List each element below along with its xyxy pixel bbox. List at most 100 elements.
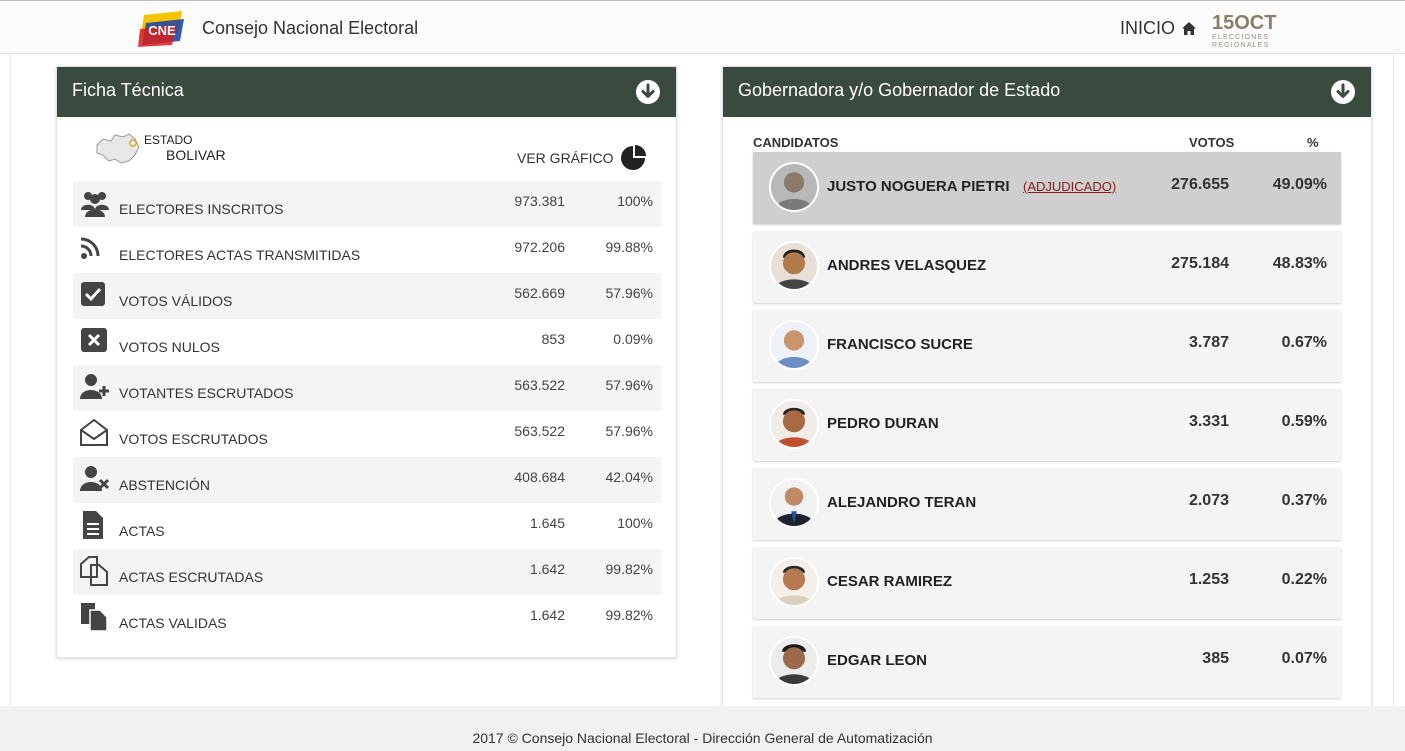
svg-text:CNE: CNE <box>148 23 176 38</box>
panel-title: Ficha Técnica <box>72 80 184 100</box>
candidate-row[interactable]: FRANCISCO SUCRE 3.787 0.67% <box>753 310 1341 382</box>
pie-chart-icon <box>621 145 647 170</box>
election-badge: 15OCT ELECCIONES REGIONALES <box>1212 12 1276 49</box>
stat-percent: 100% <box>617 515 653 531</box>
adjudicated-tag[interactable]: (ADJUDICADO) <box>1023 179 1116 194</box>
stat-label: VOTOS NULOS <box>119 339 220 355</box>
candidate-name: CESAR RAMIREZ <box>827 573 953 590</box>
technical-sheet-header: Ficha Técnica <box>57 67 676 117</box>
stat-label: ELECTORES INSCRITOS <box>119 201 284 217</box>
stat-row: ACTAS VALIDAS 1.642 99.82% <box>73 595 661 641</box>
rss-icon <box>80 237 100 259</box>
candidate-row[interactable]: PEDRO DURAN 3.331 0.59% <box>753 389 1341 461</box>
candidate-percent: 48.83% <box>1272 255 1327 272</box>
column-header-candidates: CANDIDATOS <box>753 135 839 150</box>
site-title: Consejo Nacional Electoral <box>202 18 419 38</box>
candidate-photo <box>769 399 819 449</box>
column-header-percent: % <box>1307 135 1319 150</box>
stat-percent: 99.82% <box>605 607 653 623</box>
candidate-percent: 0.59% <box>1281 413 1327 430</box>
stat-value: 563.522 <box>514 423 565 439</box>
stat-row: ACTAS ESCRUTADAS 1.642 99.82% <box>73 549 661 595</box>
candidate-votes: 385 <box>1202 650 1229 667</box>
candidate-percent: 49.09% <box>1272 176 1327 193</box>
stat-label: ACTAS VALIDAS <box>119 615 227 631</box>
candidate-photo <box>769 241 819 291</box>
home-link[interactable]: INICIO <box>1120 18 1197 39</box>
stats-list: ELECTORES INSCRITOS 973.381 100% ELECTOR… <box>73 181 661 641</box>
stat-percent: 57.96% <box>605 285 653 301</box>
governor-results-panel: Gobernadora y/o Gobernador de Estado CAN… <box>722 66 1372 711</box>
download-icon[interactable] <box>635 79 661 105</box>
stat-label: VOTOS VÁLIDOS <box>119 293 233 309</box>
candidate-photo <box>769 636 819 686</box>
candidate-name: ANDRES VELASQUEZ <box>827 257 987 274</box>
stat-label: ELECTORES ACTAS TRANSMITIDAS <box>119 247 361 263</box>
stat-label: VOTOS ESCRUTADOS <box>119 431 268 447</box>
candidate-percent: 0.07% <box>1281 650 1327 667</box>
candidate-row[interactable]: EDGAR LEON 385 0.07% <box>753 626 1341 698</box>
column-header-votes: VOTOS <box>1189 135 1235 150</box>
technical-sheet-panel: Ficha Técnica ESTADO BOLIVAR VER GRÁFICO… <box>56 66 677 658</box>
candidate-name: FRANCISCO SUCRE <box>827 336 973 353</box>
stat-percent: 57.96% <box>605 377 653 393</box>
users-icon <box>81 192 109 217</box>
cne-logo[interactable]: CNE <box>136 9 188 49</box>
svg-text:REGIONALES: REGIONALES <box>1212 42 1270 49</box>
candidate-name: JUSTO NOGUERA PIETRI <box>827 178 1010 195</box>
candidate-row[interactable]: ALEJANDRO TERAN 2.073 0.37% <box>753 468 1341 540</box>
home-icon <box>1182 22 1197 35</box>
stat-value: 1.642 <box>529 561 565 577</box>
stat-row: ELECTORES INSCRITOS 973.381 100% <box>73 181 661 227</box>
candidate-photo <box>769 478 819 528</box>
stat-value: 563.522 <box>514 377 565 393</box>
candidate-name: EDGAR LEON <box>827 652 928 669</box>
stat-value: 973.381 <box>514 193 565 209</box>
stat-label: ABSTENCIÓN <box>119 477 211 493</box>
candidate-votes: 3.331 <box>1188 413 1229 430</box>
candidate-row[interactable]: CESAR RAMIREZ 1.253 0.22% <box>753 547 1341 619</box>
stat-value: 408.684 <box>514 469 565 485</box>
stat-row: VOTANTES ESCRUTADOS 563.522 57.96% <box>73 365 661 411</box>
candidate-row[interactable]: JUSTO NOGUERA PIETRI (ADJUDICADO) 276.65… <box>753 152 1341 224</box>
panel-title: Gobernadora y/o Gobernador de Estado <box>738 80 1061 100</box>
footer-text: 2017 © Consejo Nacional Electoral - Dire… <box>472 730 933 746</box>
stat-percent: 57.96% <box>605 423 653 439</box>
check-square-icon <box>81 282 105 306</box>
candidate-name: ALEJANDRO TERAN <box>827 494 977 511</box>
x-square-icon <box>81 328 107 352</box>
view-chart-label: VER GRÁFICO <box>517 150 614 166</box>
stat-row: ELECTORES ACTAS TRANSMITIDAS 972.206 99.… <box>73 227 661 273</box>
candidate-votes: 2.073 <box>1188 492 1229 509</box>
top-bar: CNE Consejo Nacional Electoral INICIO 15… <box>0 0 1405 54</box>
stat-label: ACTAS <box>119 523 165 539</box>
stat-value: 853 <box>541 331 565 347</box>
stat-percent: 100% <box>617 193 653 209</box>
candidate-votes: 276.655 <box>1171 176 1229 193</box>
stat-value: 1.645 <box>529 515 565 531</box>
user-plus-icon <box>80 374 109 399</box>
candidate-photo <box>769 320 819 370</box>
candidate-votes: 3.787 <box>1188 334 1229 351</box>
governor-results-header: Gobernadora y/o Gobernador de Estado <box>723 67 1371 117</box>
candidate-percent: 0.67% <box>1281 334 1327 351</box>
envelope-open-icon <box>80 418 108 446</box>
document-icon <box>83 511 103 539</box>
state-name: BOLIVAR <box>166 147 226 163</box>
stat-percent: 42.04% <box>605 469 653 485</box>
user-times-icon <box>80 466 110 491</box>
stat-percent: 99.82% <box>605 561 653 577</box>
view-chart-link[interactable]: VER GRÁFICO <box>517 144 647 172</box>
download-icon[interactable] <box>1330 79 1356 105</box>
home-link-label: INICIO <box>1120 18 1176 38</box>
state-label: ESTADO <box>144 133 193 147</box>
stat-value: 972.206 <box>514 239 565 255</box>
state-map-icon <box>96 133 140 164</box>
stat-percent: 99.88% <box>605 239 653 255</box>
svg-text:ELECCIONES: ELECCIONES <box>1212 34 1269 41</box>
candidate-row[interactable]: ANDRES VELASQUEZ 275.184 48.83% <box>753 231 1341 303</box>
stat-row: ACTAS 1.645 100% <box>73 503 661 549</box>
svg-text:15OCT: 15OCT <box>1212 12 1276 34</box>
stat-percent: 0.09% <box>613 331 653 347</box>
stat-row: VOTOS VÁLIDOS 562.669 57.96% <box>73 273 661 319</box>
